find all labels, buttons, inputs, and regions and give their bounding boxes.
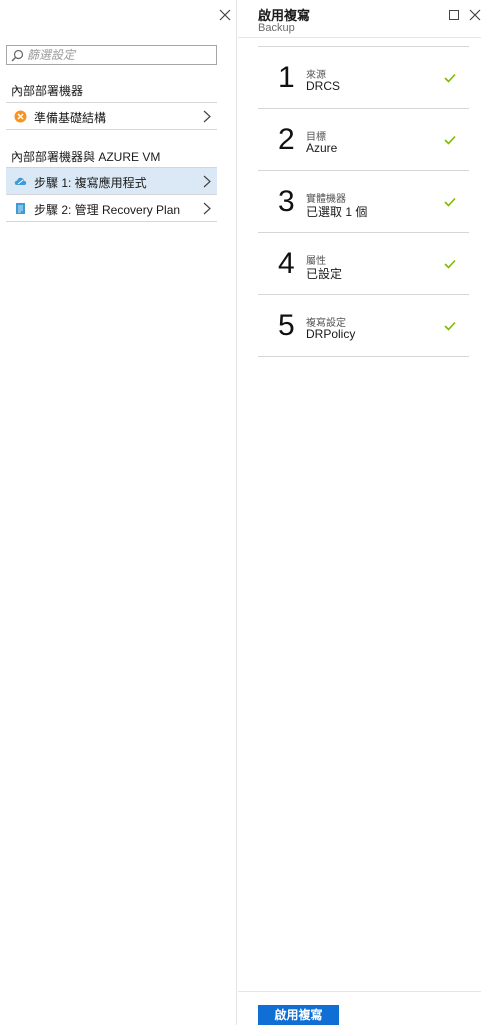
- step-number: 3: [278, 185, 295, 218]
- step-source[interactable]: 1 來源 DRCS: [258, 47, 469, 109]
- blade-subtitle: Backup: [258, 22, 295, 34]
- step-number: 2: [278, 123, 295, 156]
- checkmark-icon: [444, 321, 456, 331]
- nav-item-label: 步驟 2: 管理 Recovery Plan: [34, 203, 181, 217]
- document-icon: [16, 203, 25, 214]
- step-value: 已設定: [306, 267, 343, 281]
- nav-item-step-2-recovery-plan[interactable]: 步驟 2: 管理 Recovery Plan: [6, 195, 217, 222]
- nav-list-onprem-azure: 步驟 1: 複寫應用程式 步驟 2: 管理 Recovery Plan: [6, 167, 217, 222]
- step-replication-settings[interactable]: 5 複寫設定 DRPolicy: [258, 295, 469, 357]
- chevron-right-icon: [203, 202, 211, 215]
- checkmark-icon: [444, 73, 456, 83]
- step-number: 1: [278, 61, 295, 94]
- nav-item-label: 準備基礎結構: [34, 111, 107, 125]
- section-title-onprem-azure: 內部部署機器與 AZURE VM: [11, 150, 161, 164]
- step-target[interactable]: 2 目標 Azure: [258, 109, 469, 171]
- enable-replication-blade: 啟用複寫 Backup 1 來源 DRCS 2 目標 Azure 3 實體機器 …: [238, 0, 481, 1025]
- checkmark-icon: [444, 197, 456, 207]
- nav-item-step-1-replicate[interactable]: 步驟 1: 複寫應用程式: [6, 168, 217, 195]
- step-value: Azure: [306, 141, 338, 155]
- search-input[interactable]: [27, 46, 213, 64]
- step-number: 5: [278, 309, 295, 342]
- checkmark-icon: [444, 259, 456, 269]
- step-properties[interactable]: 4 屬性 已設定: [258, 233, 469, 295]
- wizard-steps: 1 來源 DRCS 2 目標 Azure 3 實體機器 已選取 1 個 4 屬性: [258, 46, 469, 357]
- nav-list-onprem: 準備基礎結構: [6, 102, 217, 130]
- close-icon[interactable]: [469, 9, 481, 21]
- left-blade: 內部部署機器 準備基礎結構 內部部署機器與 AZURE VM 步驟 1: 複寫應…: [0, 0, 237, 1025]
- chevron-right-icon: [203, 175, 211, 188]
- step-number: 4: [278, 247, 295, 280]
- checkmark-icon: [444, 135, 456, 145]
- warning-icon: [14, 110, 27, 123]
- close-icon[interactable]: [218, 8, 232, 22]
- step-value: DRPolicy: [306, 327, 356, 341]
- step-value: 已選取 1 個: [306, 205, 368, 219]
- enable-replication-button[interactable]: 啟用複寫: [258, 1005, 339, 1025]
- search-icon: [11, 49, 24, 62]
- search-box[interactable]: [6, 45, 217, 65]
- section-title-onprem: 內部部署機器: [11, 84, 84, 98]
- header-divider: [238, 37, 481, 38]
- step-physical-machines[interactable]: 3 實體機器 已選取 1 個: [258, 171, 469, 233]
- nav-item-label: 步驟 1: 複寫應用程式: [34, 176, 147, 190]
- nav-item-prepare-infrastructure[interactable]: 準備基礎結構: [6, 103, 217, 130]
- cloud-icon: [14, 177, 27, 185]
- chevron-right-icon: [203, 110, 211, 123]
- footer-divider: [238, 991, 481, 992]
- step-value: DRCS: [306, 79, 341, 93]
- maximize-icon[interactable]: [449, 10, 459, 20]
